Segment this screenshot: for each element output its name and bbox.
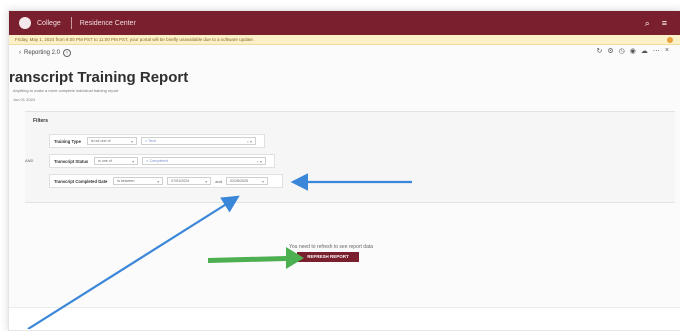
share-icon[interactable]: ◉ <box>630 47 636 55</box>
clear-chevron-icon[interactable]: × ▾ <box>257 159 262 164</box>
chevron-down-icon: ▾ <box>261 178 264 184</box>
filter-row-completed-date: Transcript Completed Date is between ▾ 0… <box>49 174 283 188</box>
filter-label: Transcript Status <box>54 158 89 164</box>
app-window: College Residence Center ⌕ ≡ Friday, May… <box>8 10 680 331</box>
value-select[interactable]: × Tech × ▾ <box>140 137 256 145</box>
value-select[interactable]: × Completed × ▾ <box>142 157 266 165</box>
report-toolbar: ↻ ⚙ ◷ ◉ ☁ ⋯ × <box>597 47 669 55</box>
help-icon[interactable]: ? <box>63 49 72 57</box>
top-navigation-bar: College Residence Center ⌕ ≡ <box>9 11 680 35</box>
more-icon[interactable]: ⋯ <box>653 47 660 55</box>
end-date-value: 02/28/2025 <box>229 179 248 183</box>
chevron-down-icon: ▾ <box>205 178 208 184</box>
breadcrumb: › Reporting 2.0 ? <box>19 49 72 57</box>
maintenance-banner: Friday, May 1, 2024 from 9:00 PM PST to … <box>9 35 680 45</box>
banner-text: Friday, May 1, 2024 from 9:00 PM PST to … <box>15 37 255 42</box>
warning-icon <box>667 37 673 43</box>
settings-icon[interactable]: ⚙ <box>607 47 613 55</box>
filter-row-transcript-status: Transcript Status is one of ▾ × Complete… <box>49 154 275 168</box>
value-chip[interactable]: × Tech <box>145 139 156 143</box>
report-results-area <box>9 307 680 330</box>
filter-label: Transcript Completed Date <box>54 178 108 184</box>
search-icon[interactable]: ⌕ <box>645 18 650 29</box>
clear-chevron-icon[interactable]: × ▾ <box>247 139 252 144</box>
filters-heading: Filters <box>33 118 49 124</box>
section-name: Residence Center <box>79 19 136 27</box>
page-subtitle: Anything to make a more complete individ… <box>13 88 119 93</box>
value-chip[interactable]: × Completed <box>146 159 168 163</box>
refresh-message: You need to refresh to see report data <box>289 244 374 250</box>
operator-value: is one of <box>98 159 112 163</box>
chevron-down-icon: ▾ <box>157 178 160 184</box>
menu-icon[interactable]: ≡ <box>662 18 667 29</box>
refresh-report-button[interactable]: REFRESH REPORT <box>297 252 359 262</box>
filter-row-training-type: Training Type is not one of ▾ × Tech × ▾ <box>49 134 265 148</box>
cloud-icon[interactable]: ☁ <box>641 47 648 55</box>
close-icon[interactable]: × <box>665 47 669 55</box>
filter-logic-label: AND <box>25 158 34 163</box>
filters-panel: Filters AND Training Type is not one of … <box>25 111 675 203</box>
chevron-right-icon[interactable]: › <box>19 50 21 56</box>
operator-select[interactable]: is between ▾ <box>113 177 164 185</box>
page-title: ranscript Training Report <box>9 69 189 86</box>
history-icon[interactable]: ◷ <box>619 47 625 55</box>
filter-label: Training Type <box>54 138 81 144</box>
start-date-input[interactable]: 07/01/2024 ▾ <box>167 177 212 185</box>
refresh-icon[interactable]: ↻ <box>597 47 603 55</box>
chevron-down-icon: ▾ <box>132 158 135 164</box>
operator-select[interactable]: is not one of ▾ <box>86 137 137 145</box>
chevron-down-icon: ▾ <box>130 138 133 144</box>
operator-select[interactable]: is one of ▾ <box>94 157 139 165</box>
and-label: and <box>215 178 222 184</box>
breadcrumb-reporting[interactable]: Reporting 2.0 <box>24 50 60 56</box>
operator-value: is not one of <box>90 139 111 143</box>
brand-name: College <box>37 19 61 27</box>
report-date: Jun 01 2024 <box>13 97 36 102</box>
header-divider <box>70 17 72 29</box>
operator-value: is between <box>117 179 135 183</box>
start-date-value: 07/01/2024 <box>171 179 190 183</box>
college-logo[interactable] <box>19 17 31 29</box>
header-actions: ⌕ ≡ <box>645 18 667 29</box>
end-date-input[interactable]: 02/28/2025 ▾ <box>225 177 268 185</box>
